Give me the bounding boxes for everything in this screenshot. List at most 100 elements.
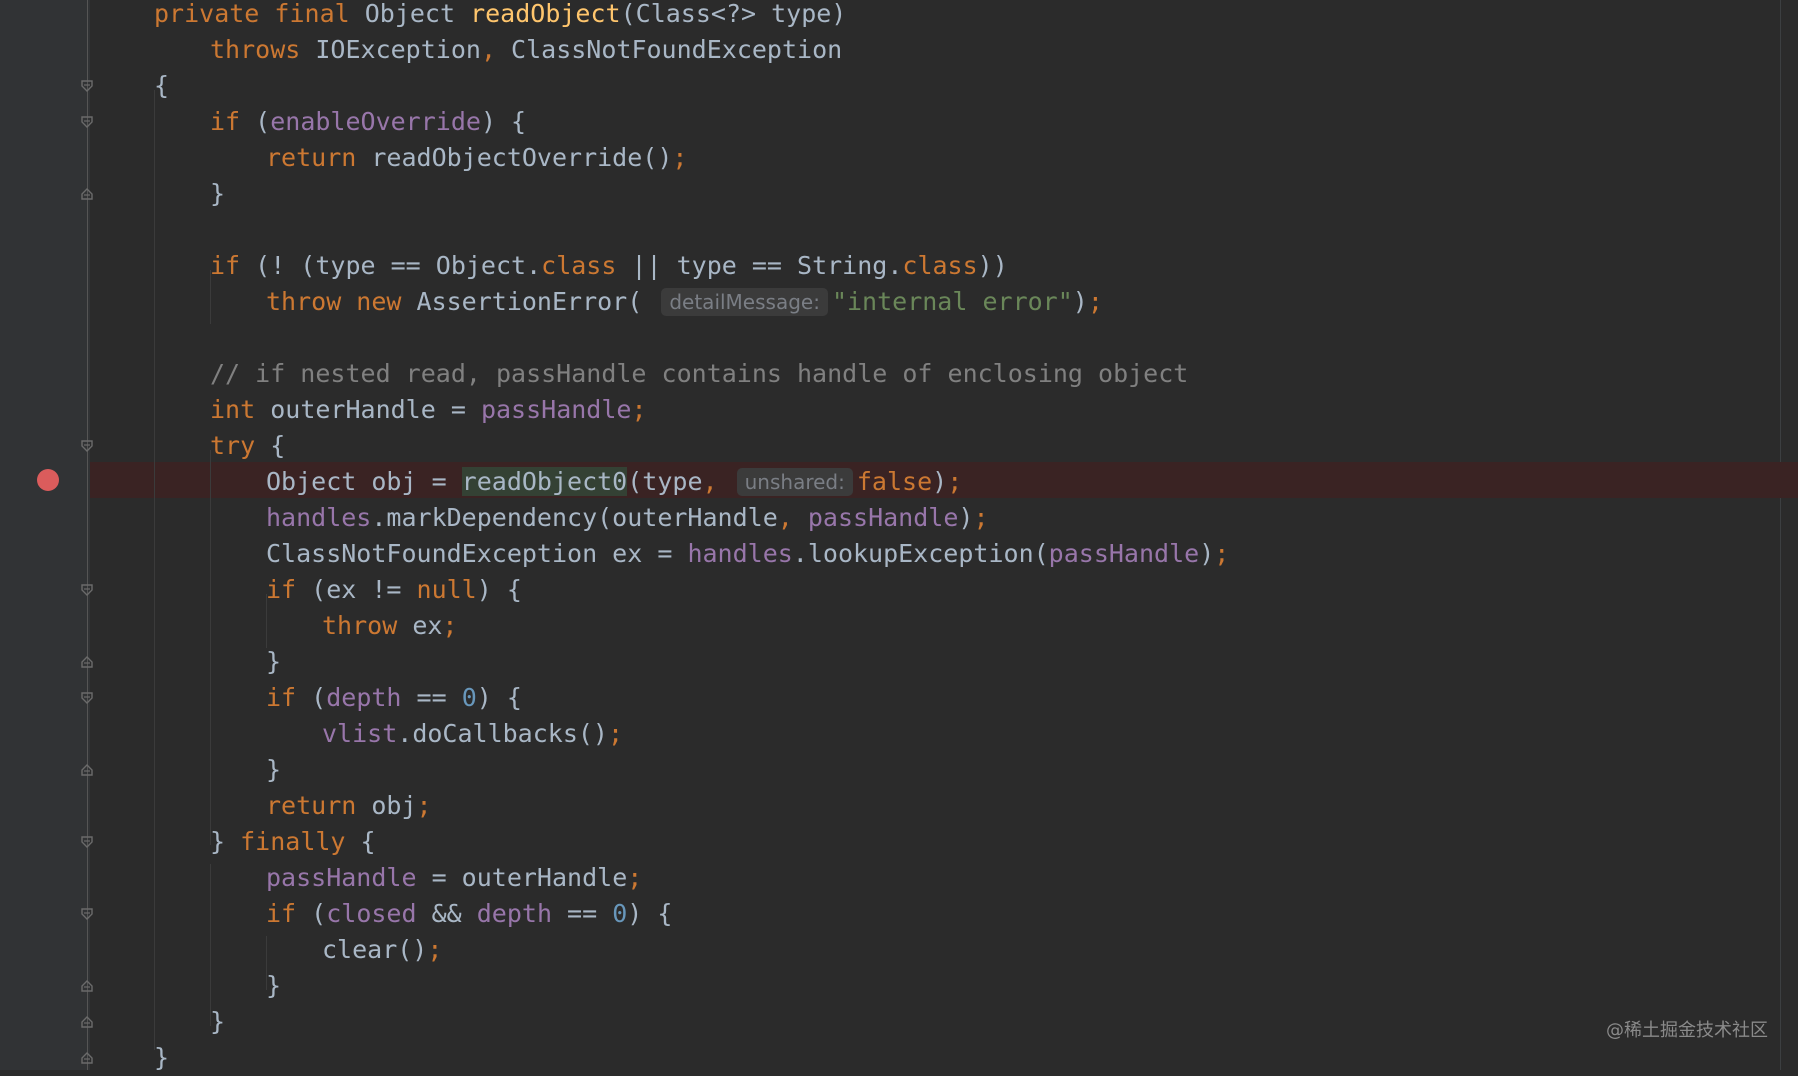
code-token: { [360, 827, 376, 856]
code-token: if [266, 683, 312, 712]
fold-end-icon[interactable] [81, 188, 93, 200]
code-line[interactable]: } [266, 644, 281, 680]
code-token: } [154, 1043, 170, 1072]
code-token: ) [1199, 539, 1215, 568]
watermark: @稀土掘金技术社区 [1606, 1020, 1768, 1041]
fold-icon[interactable] [81, 80, 93, 92]
code-line[interactable]: passHandle = outerHandle; [266, 860, 642, 896]
code-token: readObjectOverride() [371, 143, 673, 172]
code-token: finally [240, 827, 361, 856]
code-line[interactable]: int outerHandle = passHandle; [210, 392, 647, 428]
code-token: clear() [322, 935, 428, 964]
code-token: ) { [627, 899, 673, 928]
code-token: return [266, 791, 372, 820]
code-token: return [266, 143, 372, 172]
code-token: throws [210, 35, 316, 64]
code-token: == [416, 683, 462, 712]
code-token: } [266, 971, 282, 1000]
code-token: , [702, 467, 733, 496]
fold-icon[interactable] [81, 584, 93, 596]
code-line[interactable]: } [266, 968, 281, 1004]
code-line[interactable]: if (! (type == Object.class || type == S… [210, 248, 1008, 284]
code-line[interactable]: try { [210, 428, 285, 464]
fold-end-icon[interactable] [81, 1052, 93, 1064]
code-token: depth [326, 683, 417, 712]
code-token: passHandle [480, 395, 632, 424]
fold-end-icon[interactable] [81, 980, 93, 992]
code-line[interactable]: if (ex != null) { [266, 572, 522, 608]
code-token: )) [977, 251, 1008, 280]
code-token: handles [266, 503, 372, 532]
fold-icon[interactable] [81, 908, 93, 920]
code-token: ex [412, 611, 443, 640]
code-token: readObject0 [461, 467, 628, 496]
fold-icon[interactable] [81, 836, 93, 848]
fold-icon[interactable] [81, 440, 93, 452]
fold-end-icon[interactable] [81, 1016, 93, 1028]
code-line[interactable]: throw new AssertionError( detailMessage:… [266, 284, 1103, 320]
code-line[interactable]: } [210, 176, 225, 212]
code-token: ) [958, 503, 974, 532]
code-line[interactable]: // if nested read, passHandle contains h… [210, 356, 1188, 392]
code-line[interactable]: ClassNotFoundException ex = handles.look… [266, 536, 1229, 572]
code-line[interactable]: throws IOException, ClassNotFoundExcepti… [210, 32, 842, 68]
code-line[interactable]: vlist.doCallbacks(); [322, 716, 623, 752]
code-token: ; [607, 719, 624, 748]
fold-icon[interactable] [81, 116, 93, 128]
code-line[interactable]: handles.markDependency(outerHandle, pass… [266, 500, 989, 536]
code-token: obj [371, 791, 417, 820]
code-token: if [210, 107, 256, 136]
code-token: ) { [476, 683, 522, 712]
code-line[interactable]: } finally { [210, 824, 376, 860]
code-token: { [270, 431, 286, 460]
code-token: , [480, 35, 512, 64]
code-token: closed [326, 899, 432, 928]
indent-guide [154, 90, 155, 1050]
code-token: if [210, 251, 256, 280]
code-token: .doCallbacks() [397, 719, 608, 748]
code-token: false [856, 467, 933, 496]
code-token: if [266, 899, 312, 928]
code-token: // if nested read, passHandle contains h… [210, 359, 1189, 388]
code-token: 0 [612, 899, 628, 928]
code-token: ; [947, 467, 963, 496]
code-token: } [210, 179, 226, 208]
code-token: passHandle [807, 503, 959, 532]
code-line[interactable]: if (enableOverride) { [210, 104, 526, 140]
code-token: class [541, 251, 632, 280]
code-line[interactable]: Object obj = readObject0(type, unshared:… [266, 464, 962, 500]
code-token: (Class<?> type) [620, 0, 847, 28]
code-line[interactable]: { [154, 68, 169, 104]
code-token: class [902, 251, 978, 280]
parameter-hint: detailMessage: [661, 288, 828, 316]
code-token: && [431, 899, 477, 928]
code-line[interactable]: clear(); [322, 932, 442, 968]
code-token: ( [311, 683, 327, 712]
code-token: passHandle [1048, 539, 1200, 568]
code-token: ClassNotFoundException [511, 35, 843, 64]
breakpoint-icon[interactable] [37, 469, 59, 491]
fold-end-icon[interactable] [81, 656, 93, 668]
code-token: throw new [266, 287, 417, 316]
code-line[interactable]: if (depth == 0) { [266, 680, 522, 716]
code-token: .markDependency(outerHandle [371, 503, 778, 532]
code-line[interactable]: return obj; [266, 788, 432, 824]
code-line[interactable]: if (closed && depth == 0) { [266, 896, 672, 932]
code-token: vlist [322, 719, 398, 748]
code-token: if [266, 575, 312, 604]
code-line[interactable]: } [266, 752, 281, 788]
code-line[interactable]: private final Object readObject(Class<?>… [154, 0, 846, 32]
code-line[interactable]: } [154, 1040, 169, 1076]
code-token: ( [311, 899, 327, 928]
code-token: ; [631, 395, 647, 424]
code-token: 0 [461, 683, 477, 712]
code-line[interactable]: } [210, 1004, 225, 1040]
code-token: } [266, 647, 282, 676]
code-token: readObject [470, 0, 621, 28]
fold-end-icon[interactable] [81, 764, 93, 776]
code-line[interactable]: return readObjectOverride(); [266, 140, 687, 176]
fold-icon[interactable] [81, 692, 93, 704]
code-token: || type == String. [631, 251, 903, 280]
code-token: (type [627, 467, 703, 496]
code-line[interactable]: throw ex; [322, 608, 457, 644]
